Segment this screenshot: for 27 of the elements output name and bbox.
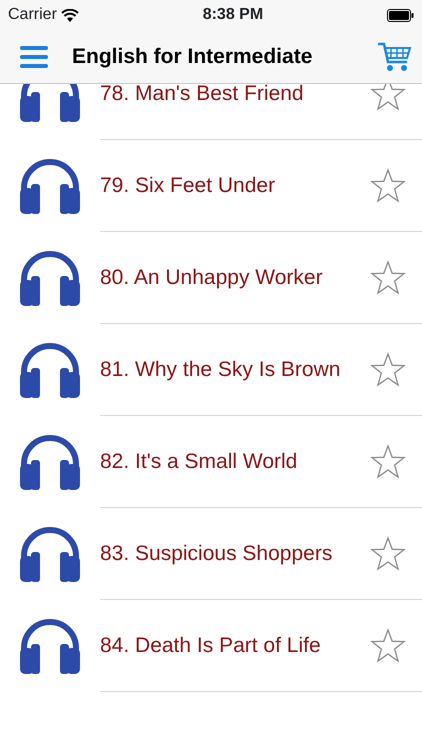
- headphones-icon: [18, 342, 82, 398]
- headphones-icon: [18, 618, 82, 674]
- favorite-star-button[interactable]: [370, 444, 406, 480]
- headphones-icon: [18, 158, 82, 214]
- headphones-icon: [18, 250, 82, 306]
- wifi-icon: [60, 8, 79, 22]
- lesson-title[interactable]: 84. Death Is Part of Life: [100, 630, 370, 662]
- shopping-cart-icon[interactable]: [378, 40, 412, 72]
- favorite-star-button[interactable]: [370, 84, 406, 112]
- status-time: 8:38 PM: [202, 5, 264, 25]
- lesson-title[interactable]: 83. Suspicious Shoppers: [100, 538, 370, 570]
- favorite-star-button[interactable]: [370, 536, 406, 572]
- lesson-title[interactable]: 79. Six Feet Under: [100, 170, 370, 202]
- favorite-star-button[interactable]: [370, 168, 406, 204]
- lesson-title[interactable]: 81. Why the Sky Is Brown: [100, 354, 370, 386]
- lesson-title[interactable]: 78. Man's Best Friend: [100, 84, 370, 110]
- headphones-icon: [18, 526, 82, 582]
- battery-icon: [386, 8, 414, 22]
- lesson-title[interactable]: 80. An Unhappy Worker: [100, 262, 370, 294]
- carrier-name: Carrier: [8, 5, 57, 25]
- lesson-title[interactable]: 82. It's a Small World: [100, 446, 370, 478]
- favorite-star-button[interactable]: [370, 260, 406, 296]
- favorite-star-button[interactable]: [370, 352, 406, 388]
- screen-title: English for Intermediate: [72, 44, 312, 70]
- favorite-star-button[interactable]: [370, 628, 406, 664]
- menu-icon[interactable]: [20, 46, 48, 68]
- headphones-icon: [18, 434, 82, 490]
